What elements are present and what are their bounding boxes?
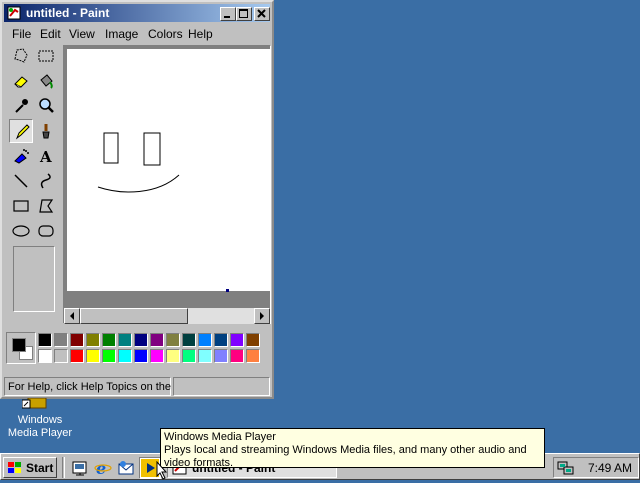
mouse-cursor [156,460,168,480]
minimize-button[interactable] [220,7,236,21]
scroll-thumb[interactable] [80,308,188,324]
status-help-pane: For Help, click Help Topics on the [4,377,171,396]
palette-swatch[interactable] [118,349,132,363]
palette-swatch[interactable] [54,349,68,363]
palette-swatch[interactable] [198,349,212,363]
start-label: Start [26,461,54,475]
drawing-canvas[interactable] [67,49,270,291]
tool-select[interactable] [34,44,58,68]
tool-polygon[interactable] [34,194,58,218]
tool-rounded-rectangle[interactable] [34,219,58,243]
windows-logo-icon [7,461,23,475]
palette-swatch[interactable] [150,349,164,363]
network-icon[interactable] [557,460,575,476]
show-desktop-icon[interactable] [71,459,89,477]
palette-swatch[interactable] [86,333,100,347]
menu-bar: File Edit View Image Colors Help [4,24,270,44]
tool-line[interactable] [9,169,33,193]
svg-text:A: A [39,148,52,165]
start-button[interactable]: Start [3,457,57,478]
palette-swatch[interactable] [70,333,84,347]
tool-airbrush[interactable] [9,144,33,168]
tool-magnifier[interactable] [34,94,58,118]
palette-swatch[interactable] [214,349,228,363]
palette-swatch[interactable] [246,333,260,347]
palette-swatch[interactable] [102,333,116,347]
palette-swatch[interactable] [134,333,148,347]
tool-eraser[interactable] [9,69,33,93]
tool-curve[interactable] [34,169,58,193]
tool-free-form-select[interactable] [9,44,33,68]
close-button[interactable] [254,7,270,21]
status-help-text: For Help, click Help Topics on the [8,381,172,393]
palette-swatch[interactable] [166,333,180,347]
palette-swatch[interactable] [150,333,164,347]
quick-launch-divider [62,457,65,478]
palette-swatch[interactable] [198,333,212,347]
horizontal-scrollbar[interactable] [64,308,270,324]
tool-pick-color[interactable] [9,94,33,118]
menu-view[interactable]: View [65,26,99,42]
palette-swatch[interactable] [166,349,180,363]
title-bar[interactable]: untitled - Paint [4,4,270,22]
scroll-left-button[interactable] [64,308,80,324]
palette-swatch[interactable] [230,349,244,363]
internet-explorer-icon[interactable]: e [94,459,112,478]
menu-file[interactable]: File [8,26,35,42]
tool-pencil[interactable] [9,119,33,143]
tool-options-box[interactable] [13,246,55,312]
status-coords-pane [173,377,270,396]
tool-ellipse[interactable] [9,219,33,243]
palette-swatch[interactable] [182,349,196,363]
palette-swatch[interactable] [38,349,52,363]
palette-swatch[interactable] [70,349,84,363]
media-player-icon [21,397,54,410]
tool-rectangle[interactable] [9,194,33,218]
tool-fill[interactable] [34,69,58,93]
palette-swatch[interactable] [230,333,244,347]
resize-handle[interactable] [226,289,229,292]
palette-swatch[interactable] [214,333,228,347]
window-title: untitled - Paint [26,6,110,20]
menu-edit[interactable]: Edit [36,26,65,42]
drawing [97,132,180,193]
palette-swatch[interactable] [54,333,68,347]
scroll-right-button[interactable] [254,308,270,324]
canvas-viewport [63,45,271,324]
palette-swatch[interactable] [118,333,132,347]
desktop-icon-label: Windows Media Player [7,414,73,439]
status-bar: For Help, click Help Topics on the [4,376,270,396]
system-tray: 7:49 AM [553,457,639,478]
tool-box: A [6,44,62,316]
palette-swatch[interactable] [102,349,116,363]
app-icon [7,6,21,20]
tooltip-title: Windows Media Player [164,431,276,443]
paint-window: untitled - Paint File Edit View Image Co… [0,0,274,399]
desktop-icon-media-player[interactable]: Windows Media Player [2,397,78,442]
outlook-express-icon[interactable] [117,459,135,477]
palette-swatch[interactable] [182,333,196,347]
clock[interactable]: 7:49 AM [588,461,632,475]
palette-swatch[interactable] [246,349,260,363]
tool-brush[interactable] [34,119,58,143]
tooltip: Windows Media Player Plays local and str… [160,428,545,469]
maximize-button[interactable] [236,7,252,21]
svg-text:e: e [96,459,106,477]
palette-swatch[interactable] [38,333,52,347]
foreground-color[interactable] [12,338,26,352]
menu-image[interactable]: Image [101,26,142,42]
current-colors [6,332,36,364]
tool-text[interactable]: A [34,144,58,168]
palette-swatch[interactable] [134,349,148,363]
menu-colors[interactable]: Colors [144,26,187,42]
menu-help[interactable]: Help [184,26,217,42]
palette-swatch[interactable] [86,349,100,363]
tooltip-body: Plays local and streaming Windows Media … [164,444,527,469]
color-box [6,332,270,366]
